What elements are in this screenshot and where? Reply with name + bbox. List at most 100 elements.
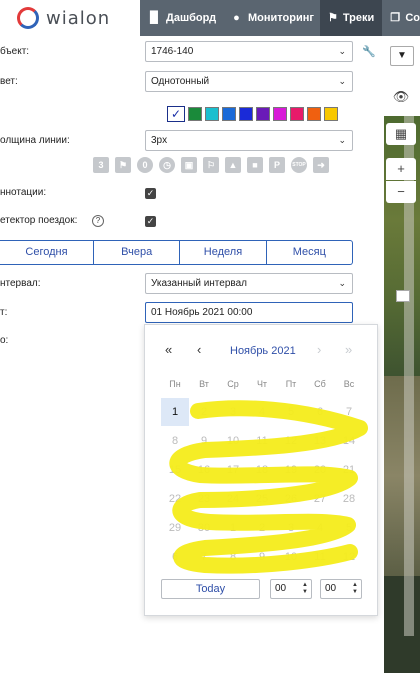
calendar-day[interactable]: 7 — [335, 398, 363, 426]
period-week-button[interactable]: Неделя — [179, 241, 265, 264]
calendar-day[interactable]: 29 — [161, 514, 189, 542]
map-layer-select-icon[interactable]: ▼ — [390, 46, 414, 66]
fuel-marker-icon[interactable]: ▣ — [181, 157, 197, 173]
calendar-day[interactable]: 3 — [277, 514, 305, 542]
calendar-day[interactable]: 8 — [161, 427, 189, 455]
nav-dashboard[interactable]: ▉ Дашборд — [148, 0, 216, 36]
interval-select[interactable]: Указанный интервал ⌄ — [145, 273, 353, 294]
annotations-checkbox[interactable]: ✓ — [145, 188, 156, 199]
calendar-day[interactable]: 10 — [219, 427, 247, 455]
calendar-day[interactable]: 21 — [335, 456, 363, 484]
arrow-marker-icon[interactable]: ➜ — [313, 157, 329, 173]
color-swatch[interactable] — [205, 107, 219, 121]
calendar-day[interactable]: 4 — [306, 514, 334, 542]
calendar-day[interactable]: 8 — [219, 543, 247, 571]
calendar-day[interactable]: 10 — [277, 543, 305, 571]
calendar-day[interactable]: 5 — [335, 514, 363, 542]
calendar-day[interactable]: 2 — [190, 398, 218, 426]
zoom-slider-knob[interactable] — [396, 290, 410, 302]
from-datetime-input[interactable]: 01 Ноябрь 2021 00:00 — [145, 302, 353, 323]
calendar-day[interactable]: 30 — [190, 514, 218, 542]
map-layers-icon[interactable]: ▦ — [386, 123, 416, 145]
color-mode-select[interactable]: Однотонный ⌄ — [145, 71, 353, 92]
calendar-day[interactable]: 20 — [306, 456, 334, 484]
parking-marker-icon[interactable]: P — [269, 157, 285, 173]
calendar-day[interactable]: 11 — [248, 427, 276, 455]
calendar-day[interactable]: 4 — [248, 398, 276, 426]
logo[interactable]: wialon — [0, 0, 140, 36]
calendar-day[interactable]: 14 — [335, 427, 363, 455]
calendar-day[interactable]: 13 — [306, 427, 334, 455]
spinner-arrows-icon[interactable]: ▲ ▼ — [302, 582, 308, 596]
prev-year-icon[interactable]: « — [165, 342, 172, 357]
prev-month-icon[interactable]: ‹ — [197, 342, 201, 357]
hours-spinner[interactable]: 00 ▲ ▼ — [270, 579, 312, 599]
calendar-day[interactable]: 5 — [277, 398, 305, 426]
nav-monitoring[interactable]: ● Мониторинг — [230, 0, 314, 36]
calendar-day[interactable]: 6 — [161, 543, 189, 571]
wrench-icon[interactable]: 🔧 — [362, 45, 376, 58]
nav-more[interactable]: ❐ Со — [384, 0, 420, 36]
next-month-icon[interactable]: › — [317, 342, 321, 357]
calendar-day[interactable]: 19 — [277, 456, 305, 484]
calendar-day[interactable]: 15 — [161, 456, 189, 484]
period-yesterday-button[interactable]: Вчера — [93, 241, 179, 264]
minutes-spinner[interactable]: 00 ▲ ▼ — [320, 579, 362, 599]
clock-marker-icon[interactable]: ◷ — [159, 157, 175, 173]
spinner-arrows-icon[interactable]: ▲ ▼ — [352, 582, 358, 596]
color-swatch[interactable] — [290, 107, 304, 121]
video-marker-icon[interactable]: ■ — [247, 157, 263, 173]
calendar-day[interactable]: 28 — [335, 485, 363, 513]
help-icon[interactable]: ? — [92, 215, 104, 227]
calendar-day[interactable]: 17 — [219, 456, 247, 484]
zero-marker-icon[interactable]: 0 — [137, 157, 153, 173]
color-swatch[interactable] — [239, 107, 253, 121]
zoom-in-icon[interactable]: + — [386, 158, 416, 180]
map-view[interactable]: ▼ 👁 ▦ + − — [384, 36, 420, 673]
next-year-icon[interactable]: » — [345, 342, 352, 357]
stop-marker-icon[interactable]: STOP — [291, 157, 307, 173]
calendar-day[interactable]: 25 — [248, 485, 276, 513]
calendar-day[interactable]: 1 — [161, 398, 189, 426]
image-marker-icon[interactable]: ▲ — [225, 157, 241, 173]
color-swatch[interactable] — [307, 107, 321, 121]
calendar-day[interactable]: 9 — [190, 427, 218, 455]
color-swatch[interactable] — [188, 107, 202, 121]
color-swatch[interactable]: ✓ — [167, 106, 185, 122]
eye-icon[interactable]: 👁 — [386, 86, 416, 108]
day-of-week-label: Ср — [227, 379, 239, 389]
flags-marker-icon[interactable]: ⚑ — [115, 157, 131, 173]
calendar-day[interactable]: 18 — [248, 456, 276, 484]
object-select[interactable]: 1746-140 ⌄ — [145, 41, 353, 62]
flag-marker-icon[interactable]: ⚐ — [203, 157, 219, 173]
line-thickness-select[interactable]: 3px ⌄ — [145, 130, 353, 151]
trip-detector-checkbox[interactable]: ✓ — [145, 216, 156, 227]
zoom-out-icon[interactable]: − — [386, 181, 416, 203]
calendar-day[interactable]: 9 — [248, 543, 276, 571]
calendar-day[interactable]: 12 — [277, 427, 305, 455]
color-swatch[interactable] — [273, 107, 287, 121]
period-month-button[interactable]: Месяц — [265, 241, 352, 264]
today-button[interactable]: Today — [161, 579, 260, 599]
object-label: бъект: — [0, 46, 30, 57]
calendar-day[interactable]: 22 — [161, 485, 189, 513]
calendar-day[interactable]: 26 — [277, 485, 305, 513]
calendar-day[interactable]: 3 — [219, 398, 247, 426]
period-today-button[interactable]: Сегодня — [0, 241, 93, 264]
calendar-day[interactable]: 23 — [190, 485, 218, 513]
calendar-day[interactable]: 6 — [306, 398, 334, 426]
number-marker-icon[interactable]: 3 — [93, 157, 109, 173]
calendar-day[interactable]: 1 — [219, 514, 247, 542]
calendar-day[interactable]: 24 — [219, 485, 247, 513]
calendar-month-label[interactable]: Ноябрь 2021 — [230, 345, 296, 357]
calendar-day[interactable]: 11 — [306, 543, 334, 571]
color-swatch[interactable] — [256, 107, 270, 121]
color-swatch[interactable] — [324, 107, 338, 121]
nav-tracks[interactable]: ⚑ Треки — [320, 0, 382, 36]
calendar-day[interactable]: 27 — [306, 485, 334, 513]
calendar-day[interactable]: 2 — [248, 514, 276, 542]
calendar-day[interactable]: 16 — [190, 456, 218, 484]
calendar-day[interactable]: 7 — [190, 543, 218, 571]
color-swatch[interactable] — [222, 107, 236, 121]
calendar-day[interactable]: 12 — [335, 543, 363, 571]
